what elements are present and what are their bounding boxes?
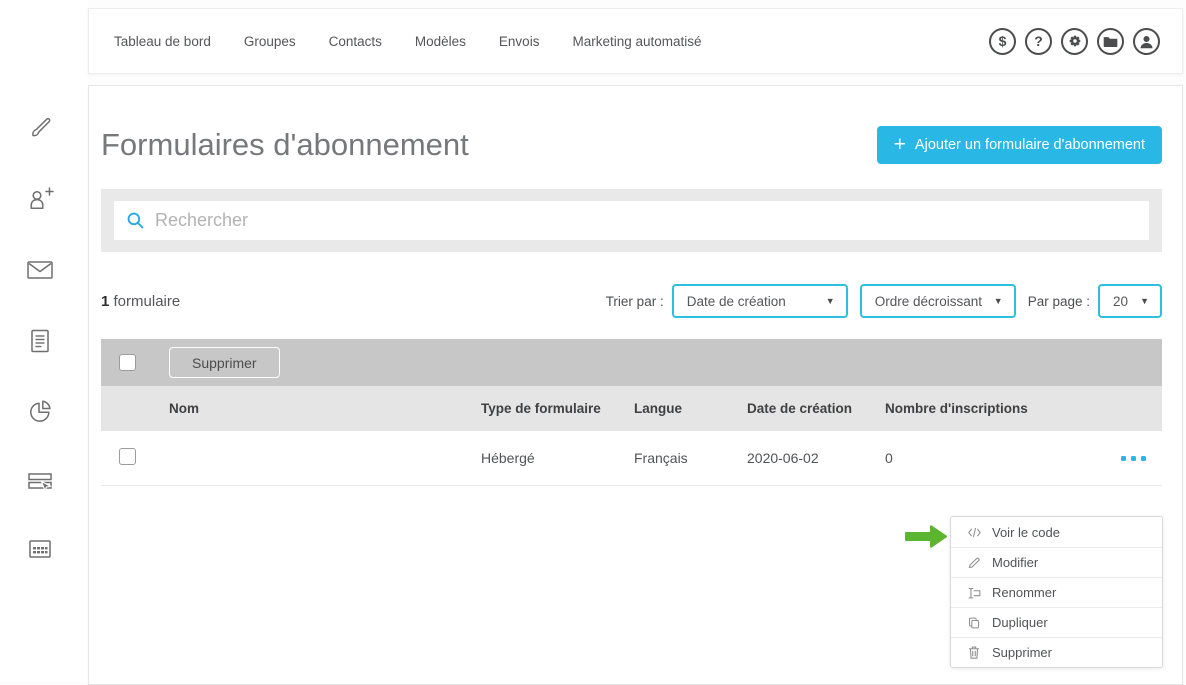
cell-type: Hébergé <box>481 450 634 466</box>
documents-icon[interactable] <box>25 326 55 356</box>
help-icon[interactable]: ? <box>1025 28 1052 55</box>
topbar-icons: $ ? <box>989 28 1160 55</box>
menu-item-supprimer[interactable]: Supprimer <box>951 637 1162 667</box>
nav-item-marketing-automatise[interactable]: Marketing automatisé <box>572 34 701 49</box>
select-all-checkbox[interactable] <box>119 354 136 371</box>
sort-by-label: Trier par : <box>606 294 664 309</box>
menu-item-label: Supprimer <box>992 645 1052 660</box>
email-icon[interactable] <box>25 255 55 285</box>
add-contact-icon[interactable] <box>25 185 55 215</box>
sort-by-dropdown[interactable]: Date de création ▼ <box>672 284 848 318</box>
pencil-icon <box>965 556 983 570</box>
chevron-down-icon: ▼ <box>1140 296 1149 306</box>
bulk-delete-button[interactable]: Supprimer <box>169 347 280 378</box>
result-count-label: formulaire <box>114 293 181 310</box>
rename-icon <box>965 586 983 600</box>
sort-by-value: Date de création <box>687 294 786 309</box>
nav-item-envois[interactable]: Envois <box>499 34 540 49</box>
left-icon-rail <box>0 0 88 681</box>
sort-order-dropdown[interactable]: Ordre décroissant ▼ <box>860 284 1016 318</box>
menu-item-dupliquer[interactable]: Dupliquer <box>951 607 1162 637</box>
add-form-button[interactable]: + Ajouter un formulaire d'abonnement <box>877 126 1162 164</box>
column-header-langue: Langue <box>634 401 747 416</box>
dollar-glyph: $ <box>999 33 1007 49</box>
question-glyph: ? <box>1034 33 1043 49</box>
search-icon <box>126 211 145 230</box>
design-icon[interactable] <box>25 113 55 143</box>
page-title: Formulaires d'abonnement <box>101 127 469 163</box>
per-page-label: Par page : <box>1028 294 1090 309</box>
calendar-icon[interactable] <box>25 534 55 564</box>
menu-item-modifier[interactable]: Modifier <box>951 547 1162 577</box>
table-header-row: Nom Type de formulaire Langue Date de cr… <box>101 386 1162 431</box>
main-nav: Tableau de bord Groupes Contacts Modèles… <box>89 34 702 49</box>
column-header-type: Type de formulaire <box>481 401 634 416</box>
sort-order-value: Ordre décroissant <box>875 294 982 309</box>
top-navigation-bar: Tableau de bord Groupes Contacts Modèles… <box>88 8 1183 74</box>
account-icon[interactable] <box>1133 28 1160 55</box>
folder-icon[interactable] <box>1097 28 1124 55</box>
cell-language: Français <box>634 450 747 466</box>
search-input[interactable] <box>155 210 1149 231</box>
column-header-nom: Nom <box>169 401 481 416</box>
trash-icon <box>965 645 983 660</box>
column-header-inscriptions: Nombre d'inscriptions <box>885 401 1162 416</box>
table-row: Hébergé Français 2020-06-02 0 <box>101 431 1162 486</box>
menu-item-label: Dupliquer <box>992 615 1048 630</box>
plus-icon: + <box>894 134 906 155</box>
row-checkbox[interactable] <box>119 448 136 465</box>
menu-item-renommer[interactable]: Renommer <box>951 577 1162 607</box>
result-count-number: 1 <box>101 293 109 310</box>
chevron-down-icon: ▼ <box>826 296 835 306</box>
billing-icon[interactable]: $ <box>989 28 1016 55</box>
row-actions-context-menu: Voir le code Modifier Renommer Dupliquer <box>950 516 1163 668</box>
per-page-dropdown[interactable]: 20 ▼ <box>1098 284 1162 318</box>
nav-item-tableau-de-bord[interactable]: Tableau de bord <box>114 34 211 49</box>
menu-item-label: Voir le code <box>992 525 1060 540</box>
per-page-value: 20 <box>1113 294 1128 309</box>
cell-created-date: 2020-06-02 <box>747 450 885 466</box>
chevron-down-icon: ▼ <box>994 296 1003 306</box>
nav-item-groupes[interactable]: Groupes <box>244 34 296 49</box>
forms-table: Supprimer Nom Type de formulaire Langue … <box>101 339 1162 486</box>
code-icon <box>965 526 983 539</box>
row-actions-menu-button[interactable] <box>1119 452 1148 465</box>
forms-icon[interactable] <box>25 466 55 496</box>
menu-item-label: Renommer <box>992 585 1056 600</box>
column-header-date-creation: Date de création <box>747 401 885 416</box>
annotation-arrow-icon <box>904 523 948 550</box>
duplicate-icon <box>965 616 983 630</box>
search-bar-container <box>101 189 1162 252</box>
statistics-icon[interactable] <box>25 396 55 426</box>
add-form-button-label: Ajouter un formulaire d'abonnement <box>915 137 1145 153</box>
cell-subscriptions: 0 <box>885 450 893 466</box>
menu-item-voir-le-code[interactable]: Voir le code <box>951 517 1162 547</box>
settings-icon[interactable] <box>1061 28 1088 55</box>
nav-item-contacts[interactable]: Contacts <box>329 34 382 49</box>
result-count: 1 formulaire <box>101 293 180 310</box>
bulk-actions-bar: Supprimer <box>101 339 1162 386</box>
menu-item-label: Modifier <box>992 555 1038 570</box>
nav-item-modeles[interactable]: Modèles <box>415 34 466 49</box>
